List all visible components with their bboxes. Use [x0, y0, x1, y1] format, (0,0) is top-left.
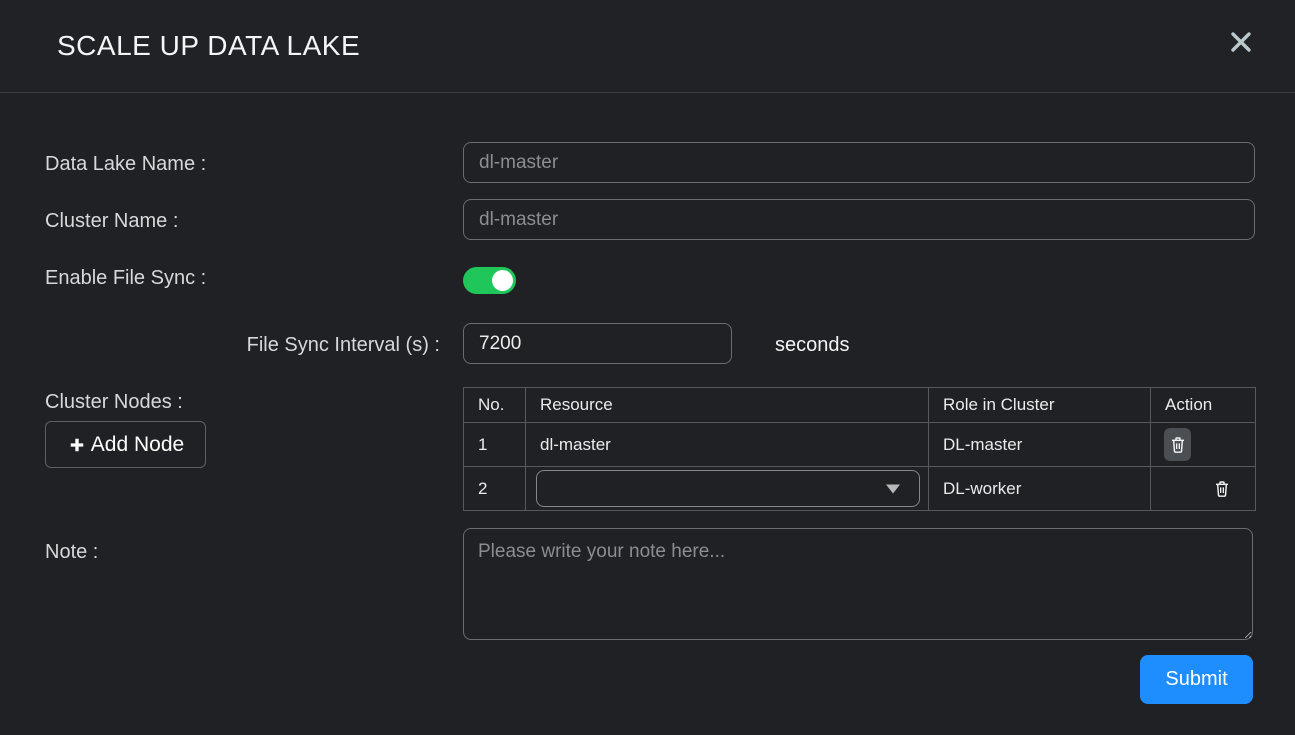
cluster-nodes-table: No. Resource Role in Cluster Action 1 dl…	[463, 387, 1256, 511]
add-node-button-label: Add Node	[91, 433, 184, 457]
resource-select[interactable]	[536, 470, 920, 507]
table-row: 1 dl-master DL-master	[464, 423, 1256, 467]
note-textarea[interactable]	[463, 528, 1253, 640]
x-icon	[1225, 26, 1257, 58]
row-role: DL-master	[929, 423, 1151, 467]
row-role: DL-worker	[929, 467, 1151, 511]
seconds-unit-label: seconds	[775, 334, 850, 357]
trash-icon	[1170, 436, 1186, 454]
col-header-resource: Resource	[526, 388, 929, 423]
row-action-cell	[1151, 423, 1256, 467]
plus-icon	[67, 435, 87, 455]
modal-title: SCALE UP DATA LAKE	[57, 30, 360, 62]
col-header-role: Role in Cluster	[929, 388, 1151, 423]
toggle-knob	[492, 270, 513, 291]
note-label: Note :	[45, 541, 98, 564]
cluster-nodes-label: Cluster Nodes :	[45, 391, 183, 414]
delete-node-button[interactable]	[1208, 472, 1235, 505]
file-sync-toggle[interactable]	[463, 267, 516, 294]
cluster-name-input[interactable]	[463, 199, 1255, 240]
modal-header: SCALE UP DATA LAKE	[0, 0, 1295, 93]
submit-button[interactable]: Submit	[1140, 655, 1253, 704]
row-no: 1	[464, 423, 526, 467]
row-action-cell	[1151, 467, 1256, 511]
col-header-no: No.	[464, 388, 526, 423]
col-header-action: Action	[1151, 388, 1256, 423]
trash-icon	[1214, 480, 1230, 498]
data-lake-name-label: Data Lake Name :	[45, 153, 206, 176]
enable-file-sync-label: Enable File Sync :	[45, 267, 206, 290]
row-resource-cell	[526, 467, 929, 511]
cluster-name-label: Cluster Name :	[45, 210, 178, 233]
file-sync-interval-label: File Sync Interval (s) :	[45, 334, 440, 357]
row-resource: dl-master	[526, 423, 929, 467]
row-no: 2	[464, 467, 526, 511]
scale-up-data-lake-modal: SCALE UP DATA LAKE Data Lake Name : Clus…	[0, 0, 1295, 735]
file-sync-interval-input[interactable]	[463, 323, 732, 364]
table-header-row: No. Resource Role in Cluster Action	[464, 388, 1256, 423]
add-node-button[interactable]: Add Node	[45, 421, 206, 468]
data-lake-name-input[interactable]	[463, 142, 1255, 183]
table-row: 2 DL-worker	[464, 467, 1256, 511]
close-button[interactable]	[1221, 22, 1261, 62]
delete-node-button[interactable]	[1164, 428, 1191, 461]
